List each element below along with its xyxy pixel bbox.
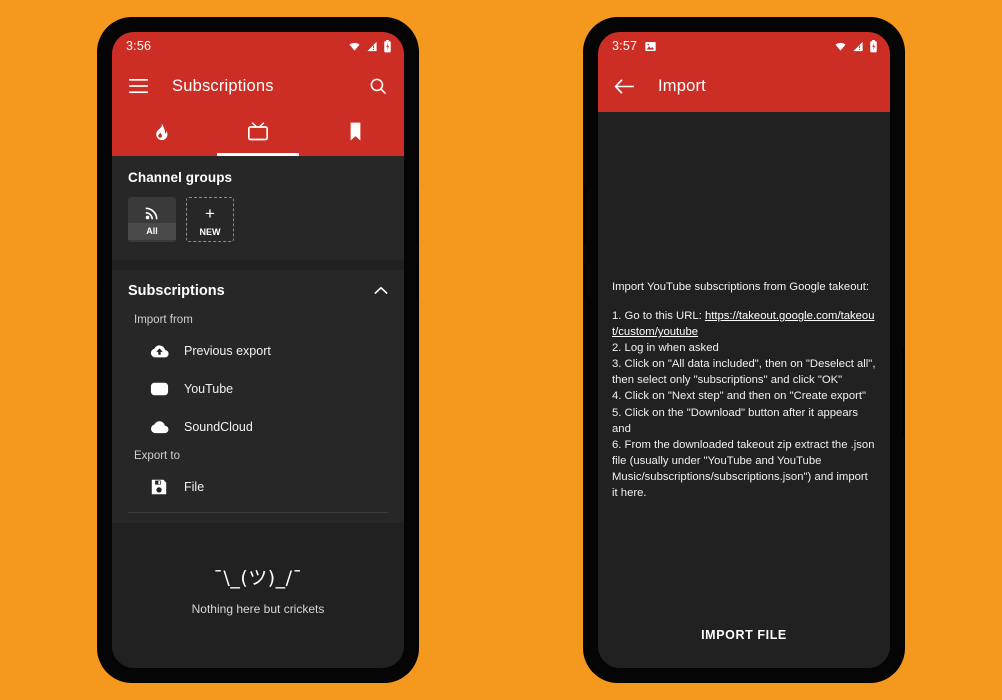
save-disk-icon xyxy=(148,476,170,498)
cloud-icon xyxy=(148,416,170,438)
app-bar-right: Import xyxy=(598,60,890,112)
phone-right-volume-button[interactable] xyxy=(583,186,586,244)
phone-left-side-button[interactable] xyxy=(97,288,100,350)
tab-bar xyxy=(112,112,404,156)
chevron-up-icon[interactable] xyxy=(374,282,388,300)
image-icon xyxy=(645,41,656,52)
tab-subscriptions[interactable] xyxy=(209,112,306,156)
app-bar-left: Subscriptions xyxy=(112,60,404,112)
instruction-step-2: 2. Log in when asked xyxy=(612,342,719,355)
cloud-upload-icon xyxy=(148,340,170,362)
group-chip-all-label: All xyxy=(128,223,176,240)
phone-left-volume-button[interactable] xyxy=(416,186,419,244)
rss-icon xyxy=(128,197,176,223)
wifi-icon xyxy=(834,41,847,52)
group-chip-new-label: NEW xyxy=(199,227,221,237)
empty-state: ¯\_(ツ)_/¯ Nothing here but crickets xyxy=(112,523,404,616)
page-title: Subscriptions xyxy=(172,76,274,95)
status-bar-clock-right: 3:57 xyxy=(612,39,638,53)
export-to-caption: Export to xyxy=(134,450,181,462)
arrow-back-icon[interactable] xyxy=(612,74,636,98)
empty-state-text: Nothing here but crickets xyxy=(191,602,325,616)
phone-device-right: 3:57 Import Import YouTube subscriptions… xyxy=(583,18,905,682)
status-bar-right-icons xyxy=(348,39,392,53)
signal-warning-icon xyxy=(366,41,378,52)
instructions-intro: Import YouTube subscriptions from Google… xyxy=(612,281,870,294)
battery-icon xyxy=(383,39,392,53)
flame-icon xyxy=(152,122,169,147)
battery-icon xyxy=(869,39,878,53)
list-item-youtube[interactable]: YouTube xyxy=(112,370,404,408)
search-icon[interactable] xyxy=(366,74,390,98)
hamburger-menu-icon[interactable] xyxy=(126,74,150,98)
page-title-import: Import xyxy=(658,76,706,95)
youtube-icon xyxy=(148,378,170,400)
phone-left-power-button[interactable] xyxy=(416,264,419,298)
list-item-previous-export[interactable]: Previous export xyxy=(112,332,404,370)
instruction-step-5: 5. Click on the "Download" button after … xyxy=(612,406,859,435)
import-from-caption: Import from xyxy=(134,314,193,326)
import-instructions: Import YouTube subscriptions from Google… xyxy=(598,279,890,500)
bookmark-icon xyxy=(349,122,362,146)
import-file-button[interactable]: IMPORT FILE xyxy=(687,620,801,650)
phone-right-power-button[interactable] xyxy=(583,264,586,298)
phone-right-side-button[interactable] xyxy=(902,348,905,436)
tab-bookmarks[interactable] xyxy=(307,112,404,156)
plus-icon: + xyxy=(205,203,215,223)
list-item-previous-export-label: Previous export xyxy=(184,344,271,358)
subscriptions-section-title: Subscriptions xyxy=(128,283,225,299)
instruction-step-1-prefix: 1. Go to this URL: xyxy=(612,310,705,323)
channel-groups-section: Channel groups All + NEW xyxy=(112,156,404,260)
channel-groups-title: Channel groups xyxy=(128,170,233,185)
section-gap xyxy=(112,260,404,270)
screen-import: 3:57 Import Import YouTube subscriptions… xyxy=(598,32,890,668)
import-content: Import YouTube subscriptions from Google… xyxy=(598,112,890,668)
instruction-step-3: 3. Click on "All data included", then on… xyxy=(612,358,876,387)
list-item-youtube-label: YouTube xyxy=(184,382,234,396)
instruction-step-6: 6. From the downloaded takeout zip extra… xyxy=(612,438,875,499)
signal-warning-icon xyxy=(852,41,864,52)
phone-device-left: 3:56 Subscriptions Channel groups All + … xyxy=(97,18,419,682)
list-item-file[interactable]: File xyxy=(112,468,404,506)
tab-trending[interactable] xyxy=(112,112,209,156)
screen-subscriptions: 3:56 Subscriptions Channel groups All + … xyxy=(112,32,404,668)
tv-icon xyxy=(247,121,269,147)
status-bar-clock: 3:56 xyxy=(126,39,152,53)
list-item-soundcloud[interactable]: SoundCloud xyxy=(112,408,404,446)
import-button-container: IMPORT FILE xyxy=(598,620,890,650)
channel-groups-row: All + NEW xyxy=(128,197,388,242)
screenshot-stage: 3:56 Subscriptions Channel groups All + … xyxy=(0,0,1002,700)
instruction-step-1: 1. Go to this URL: https://takeout.googl… xyxy=(612,308,876,340)
group-chip-new[interactable]: + NEW xyxy=(186,197,234,242)
group-chip-all[interactable]: All xyxy=(128,197,176,242)
instruction-step-4: 4. Click on "Next step" and then on "Cre… xyxy=(612,390,867,403)
import-export-list: Import from Previous export YouTube Soun… xyxy=(112,310,404,523)
list-item-soundcloud-label: SoundCloud xyxy=(184,420,253,434)
status-bar-left: 3:56 xyxy=(112,32,404,60)
status-bar-right-icons-2 xyxy=(834,39,878,53)
subscriptions-content: Channel groups All + NEW Subscriptions I… xyxy=(112,156,404,668)
shrug-art: ¯\_(ツ)_/¯ xyxy=(213,567,303,589)
list-item-file-label: File xyxy=(184,480,205,494)
list-divider xyxy=(128,512,388,513)
wifi-icon xyxy=(348,41,361,52)
status-bar-right: 3:57 xyxy=(598,32,890,60)
subscriptions-section-header[interactable]: Subscriptions xyxy=(112,270,404,310)
status-bar-notification-icons xyxy=(645,41,656,52)
